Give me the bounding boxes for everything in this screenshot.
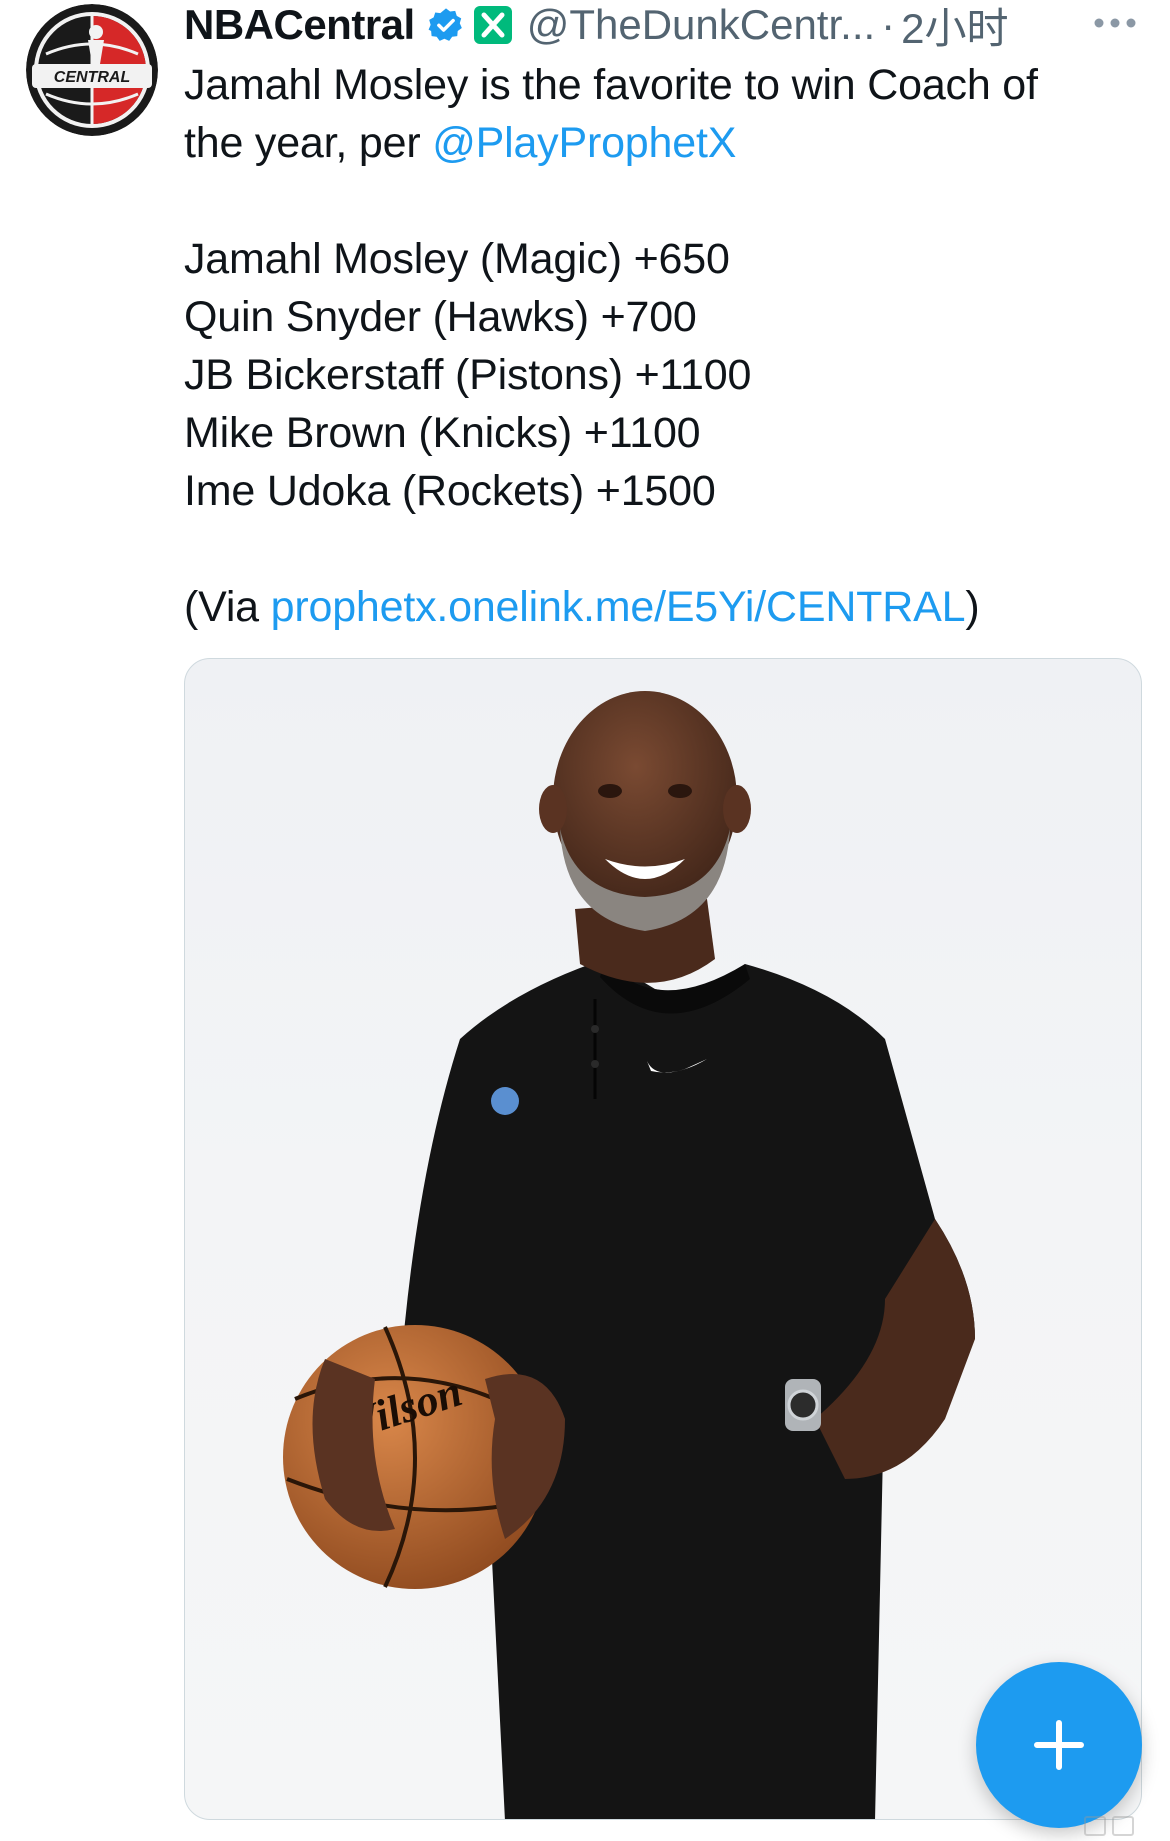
tweet-header: NBACentral @TheDunkCentr... · 2小时 xyxy=(184,0,1144,52)
tweet-line-1: Jamahl Mosley is the favorite to win Coa… xyxy=(184,61,1038,109)
odds-item: Jamahl Mosley (Magic) +650 xyxy=(184,235,730,283)
via-line: (Via prophetx.onelink.me/E5Yi/CENTRAL) xyxy=(184,578,1144,636)
separator-dot: · xyxy=(881,1,896,48)
avatar-text: CENTRAL xyxy=(54,69,130,86)
avatar[interactable]: CENTRAL xyxy=(26,4,158,136)
odds-item: JB Bickerstaff (Pistons) +1100 xyxy=(184,351,752,399)
display-name[interactable]: NBACentral xyxy=(184,1,415,49)
tweet-media-photo[interactable]: Wilson xyxy=(184,658,1142,1820)
verified-badge-icon[interactable] xyxy=(427,6,465,44)
coach-portrait-photo: Wilson xyxy=(283,691,975,1819)
tweet-text: Jamahl Mosley is the favorite to win Coa… xyxy=(184,56,1144,636)
mention-link[interactable]: @PlayProphetX xyxy=(432,119,736,167)
compose-fab-button[interactable] xyxy=(976,1662,1142,1828)
tweet[interactable]: CENTRAL NBACentral @TheDunkCentr... · 2小… xyxy=(0,0,1170,1841)
more-options-icon[interactable] xyxy=(1090,8,1140,38)
nba-central-logo-icon: CENTRAL xyxy=(26,4,158,136)
odds-item: Mike Brown (Knicks) +1100 xyxy=(184,409,701,457)
tweet-line-2: the year, per @PlayProphetX xyxy=(184,114,1144,172)
odds-item: Quin Snyder (Hawks) +700 xyxy=(184,293,697,341)
x-affiliate-badge-icon[interactable] xyxy=(473,5,513,45)
tweet-line-2-text: the year, per xyxy=(184,119,433,167)
app-watermark-icon xyxy=(1084,1816,1164,1838)
via-suffix: ) xyxy=(965,583,980,631)
via-link[interactable]: prophetx.onelink.me/E5Yi/CENTRAL xyxy=(271,583,966,631)
plus-icon xyxy=(1034,1720,1084,1770)
author-handle[interactable]: @TheDunkCentr... xyxy=(527,1,875,49)
odds-item: Ime Udoka (Rockets) +1500 xyxy=(184,467,716,515)
timestamp[interactable]: 2小时 xyxy=(901,0,1008,56)
via-prefix: (Via xyxy=(184,583,271,631)
